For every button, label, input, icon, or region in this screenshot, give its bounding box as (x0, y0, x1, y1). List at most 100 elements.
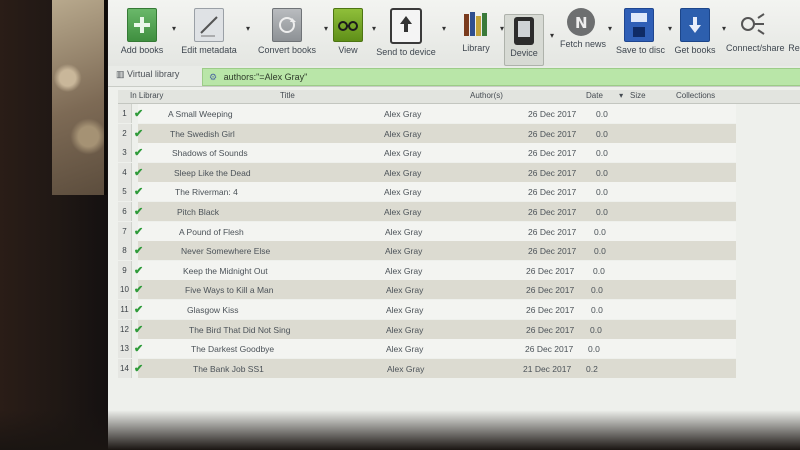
in-library-check-icon: ✔ (134, 264, 144, 277)
book-author: Alex Gray (385, 226, 423, 237)
table-row[interactable]: 10 ✔ Five Ways to Kill a Man Alex Gray 26 De… (118, 280, 800, 300)
virtual-library-label: Virtual library (127, 69, 180, 79)
book-size: 0.0 (594, 226, 606, 237)
book-author: Alex Gray (385, 265, 423, 276)
column-header-date[interactable]: Date ▾ (586, 91, 623, 100)
in-library-check-icon: ✔ (134, 186, 144, 199)
table-row[interactable]: 5 ✔ The Riverman: 4 Alex Gray 26 Dec 2017 0.0 (118, 182, 800, 202)
column-header-title[interactable]: Title (280, 91, 295, 100)
book-author: Alex Gray (386, 324, 424, 335)
search-input[interactable]: ⚙ authors:"=Alex Gray" (202, 68, 800, 86)
get-books-label: Get books (674, 45, 716, 55)
row-number: 11 (118, 299, 132, 319)
table-row[interactable]: 1 ✔ A Small Weeping Alex Gray 26 Dec 2017 0.0 (118, 104, 800, 124)
row-number: 8 (118, 241, 132, 261)
book-title: Shadows of Sounds (172, 148, 248, 159)
convert-books-dropdown-arrow[interactable]: ▾ (324, 24, 328, 33)
book-author: Alex Gray (386, 285, 424, 296)
book-date: 26 Dec 2017 (528, 226, 577, 237)
in-library-check-icon: ✔ (134, 127, 144, 140)
svg-text:N: N (575, 14, 588, 32)
virtual-library-button[interactable]: ▥ Virtual library (116, 69, 179, 80)
table-row[interactable]: 8 ✔ Never Somewhere Else Alex Gray 26 Dec 20… (118, 241, 800, 261)
library-label: Library (462, 43, 490, 53)
column-header-in-library[interactable]: In Library (130, 91, 163, 100)
device-button[interactable]: Device ▾ (504, 14, 554, 66)
add-books-dropdown-arrow[interactable]: ▾ (172, 24, 176, 33)
get-books-button[interactable]: Get books ▾ (674, 8, 726, 64)
convert-books-icon (272, 8, 302, 42)
table-row[interactable]: 3 ✔ Shadows of Sounds Alex Gray 26 Dec 2017 0… (118, 143, 800, 163)
column-header-size[interactable]: Size (630, 91, 646, 100)
table-row[interactable]: 14 ✔ The Bank Job SS1 Alex Gray 21 Dec 2017 0… (118, 358, 800, 379)
row-number: 12 (118, 319, 132, 339)
column-header-authors[interactable]: Author(s) (470, 91, 503, 100)
book-date: 26 Dec 2017 (528, 187, 577, 198)
row-number: 2 (118, 123, 132, 143)
book-date: 26 Dec 2017 (528, 148, 577, 159)
row-number: 5 (118, 182, 132, 202)
table-row[interactable]: 13 ✔ The Darkest Goodbye Alex Gray 26 Dec 20… (118, 339, 800, 359)
row-number: 7 (118, 221, 132, 241)
table-row[interactable]: 2 ✔ The Swedish Girl Alex Gray 26 Dec 2017 0.… (118, 123, 800, 144)
book-size: 0.0 (596, 206, 608, 217)
row-number: 4 (118, 162, 132, 182)
save-to-disc-icon (624, 8, 654, 42)
fetch-news-button[interactable]: N Fetch news ▾ (560, 8, 612, 64)
book-size: 0.0 (596, 148, 608, 159)
add-books-label: Add books (120, 45, 164, 55)
send-to-device-dropdown-arrow[interactable]: ▾ (442, 24, 446, 33)
edit-metadata-button[interactable]: Edit metadata ▾ (178, 8, 250, 64)
book-size: 0.0 (594, 246, 606, 257)
column-header-collections[interactable]: Collections (676, 91, 715, 100)
book-date: 26 Dec 2017 (528, 246, 577, 257)
book-size: 0.0 (596, 187, 608, 198)
table-row[interactable]: 12 ✔ The Bird That Did Not Sing Alex Gray 26… (118, 319, 800, 340)
table-row[interactable]: 9 ✔ Keep the Midnight Out Alex Gray 26 Dec 2… (118, 260, 800, 281)
send-to-device-icon (390, 8, 422, 44)
table-row[interactable]: 6 ✔ Pitch Black Alex Gray 26 Dec 2017 0.0 (118, 201, 800, 222)
in-library-check-icon: ✔ (134, 303, 144, 316)
in-library-check-icon: ✔ (134, 225, 144, 238)
save-to-disc-dropdown-arrow[interactable]: ▾ (668, 24, 672, 33)
remove-books-button[interactable]: Re (788, 8, 800, 64)
table-row[interactable]: 4 ✔ Sleep Like the Dead Alex Gray 26 Dec 201… (118, 162, 800, 183)
book-size: 0.2 (586, 363, 598, 374)
send-to-device-button[interactable]: Send to device ▾ (376, 8, 446, 64)
book-author: Alex Gray (384, 148, 422, 159)
search-value: authors:"=Alex Gray" (223, 72, 308, 82)
save-to-disc-button[interactable]: Save to disc ▾ (616, 8, 672, 64)
book-table: 1 ✔ A Small Weeping Alex Gray 26 Dec 2017 0.0… (118, 104, 800, 378)
book-date: 21 Dec 2017 (523, 363, 572, 374)
library-button[interactable]: Library ▾ (458, 8, 504, 64)
fetch-news-dropdown-arrow[interactable]: ▾ (608, 24, 612, 33)
view-button[interactable]: View ▾ (330, 8, 376, 64)
book-date: 26 Dec 2017 (528, 167, 577, 178)
sort-arrow-icon: ▾ (619, 91, 624, 100)
edit-metadata-dropdown-arrow[interactable]: ▾ (246, 24, 250, 33)
connect-share-button[interactable]: Connect/share (726, 8, 785, 64)
book-title: The Darkest Goodbye (191, 344, 275, 355)
in-library-check-icon: ✔ (134, 284, 144, 297)
book-size: 0.0 (591, 304, 603, 315)
add-books-button[interactable]: Add books ▾ (118, 8, 176, 64)
book-table-header: In Library Title Author(s) Date ▾ Size C… (118, 90, 800, 104)
monitor-bezel-bottom (0, 410, 800, 450)
in-library-check-icon: ✔ (134, 323, 144, 336)
convert-books-button[interactable]: Convert books ▾ (256, 8, 328, 64)
connect-share-icon (738, 8, 766, 40)
gear-icon[interactable]: ⚙ (209, 72, 217, 82)
add-books-icon (127, 8, 157, 42)
row-background (138, 201, 736, 221)
book-size: 0.0 (591, 285, 603, 296)
book-title: The Bank Job SS1 (193, 363, 264, 374)
table-row[interactable]: 7 ✔ A Pound of Flesh Alex Gray 26 Dec 2017 0.… (118, 221, 800, 242)
row-number: 6 (118, 201, 132, 221)
book-title: Pitch Black (177, 206, 220, 217)
book-title: A Pound of Flesh (179, 226, 244, 237)
device-label: Device (510, 48, 538, 58)
edit-metadata-label: Edit metadata (181, 45, 237, 55)
table-row[interactable]: 11 ✔ Glasgow Kiss Alex Gray 26 Dec 2017 0.0 (118, 299, 800, 320)
device-dropdown-arrow[interactable]: ▾ (550, 31, 554, 40)
book-date: 26 Dec 2017 (528, 206, 577, 217)
